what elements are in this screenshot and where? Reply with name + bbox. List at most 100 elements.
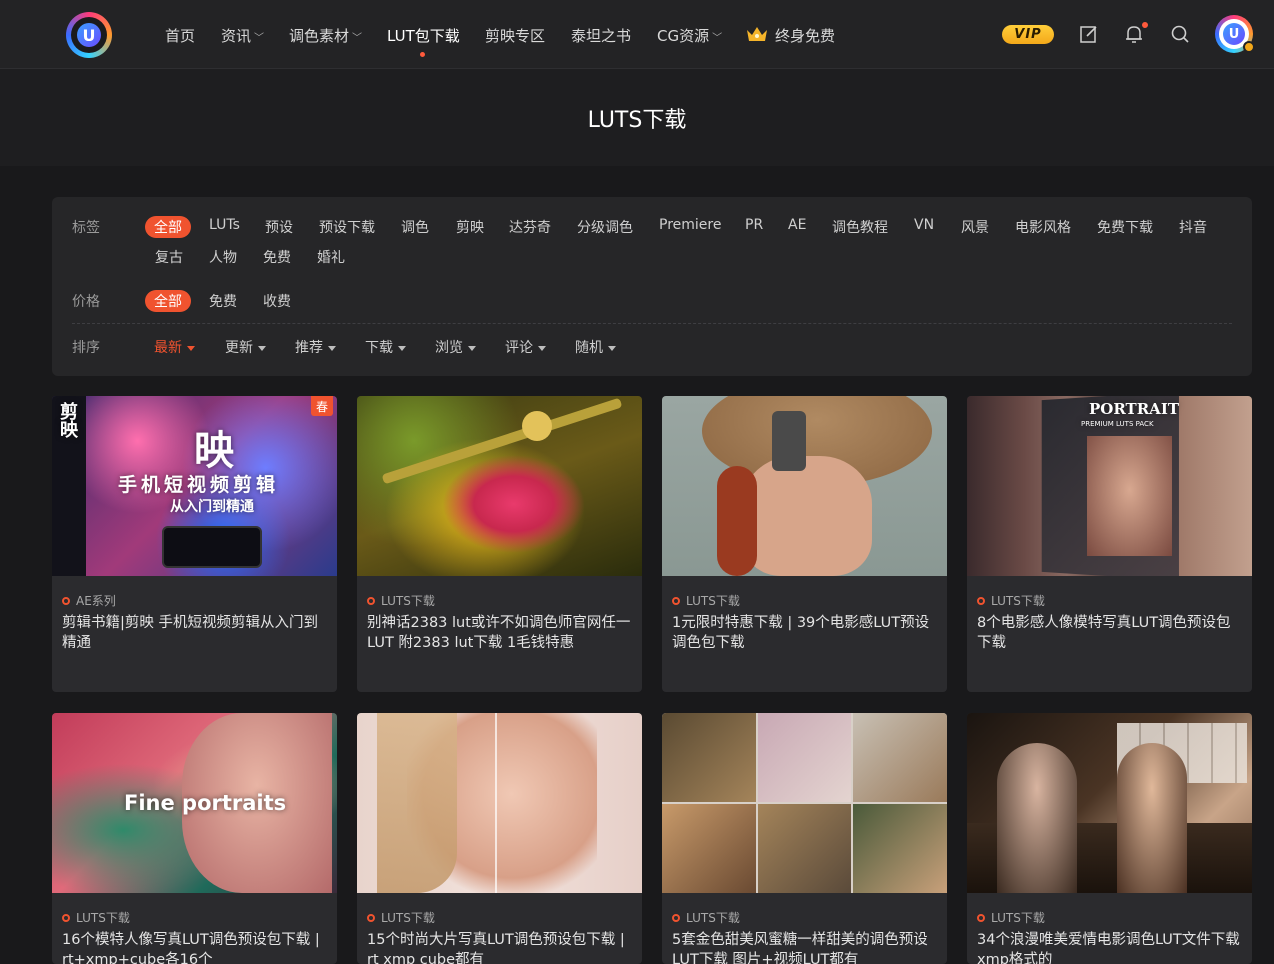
post-card[interactable]: LUTS下载 5套金色甜美风蜜糖一样甜美的调色预设LUT下载 图片+视频LUT都… [662,713,947,964]
photo-tile [662,713,756,802]
post-card[interactable]: 剪映 映 手机短视频剪辑 从入门到精通 春 AE系列 剪辑书籍|剪映 手机短视频… [52,396,337,692]
post-thumbnail[interactable]: 剪映 映 手机短视频剪辑 从入门到精通 春 [52,396,337,576]
tag-all[interactable]: 全部 [145,216,191,238]
category-dot-icon [367,596,375,605]
post-title[interactable]: 5套金色甜美风蜜糖一样甜美的调色预设LUT下载 图片+视频LUT都有 [672,930,940,964]
post-card[interactable]: LUTS下载 15个时尚大片写真LUT调色预设包下载 | rt xmp cube… [357,713,642,964]
post-thumbnail[interactable] [357,713,642,893]
post-title[interactable]: 34个浪漫唯美爱情电影调色LUT文件下载 xmp格式的 [977,930,1245,964]
tag-landscape[interactable]: 风景 [961,217,989,237]
tag-preset-download[interactable]: 预设下载 [319,217,375,237]
chevron-down-icon: ﹀ [712,33,723,44]
post-category[interactable]: LUTS下载 [367,909,435,926]
edit-icon[interactable] [1079,24,1099,44]
nav-item-news[interactable]: 资讯 ﹀ [221,25,264,46]
nav-item-materials[interactable]: 调色素材 ﹀ [289,25,362,46]
post-thumbnail[interactable] [967,713,1252,893]
photo-tile [853,804,947,893]
sort-updated[interactable]: 更新 [225,337,266,357]
tag-preset[interactable]: 预设 [265,217,293,237]
post-card[interactable]: LUTS下载 别神话2383 lut或许不如调色师官网任一LUT 附2383 l… [357,396,642,692]
person-image [997,743,1077,893]
sort-recommended-label: 推荐 [295,340,323,356]
caret-down-icon [258,345,266,351]
tag-luts[interactable]: LUTs [209,217,240,233]
post-category[interactable]: LUTS下载 [62,909,130,926]
tag-pr[interactable]: PR [745,217,763,233]
category-dot-icon [62,596,70,605]
caret-down-icon [538,345,546,351]
post-category-label: LUTS下载 [381,911,435,925]
sort-recommended[interactable]: 推荐 [295,337,336,357]
nav-item-home[interactable]: 首页 [165,25,195,46]
thumb-subtitle: 手机短视频剪辑 [118,474,280,496]
tag-premiere[interactable]: Premiere [659,217,721,233]
tag-grading[interactable]: 分级调色 [577,217,633,237]
post-category[interactable]: LUTS下载 [977,592,1045,609]
sort-downloads[interactable]: 下载 [365,337,406,357]
nav-item-lut[interactable]: LUT包下载 [387,25,460,46]
tag-free[interactable]: 免费 [263,247,291,267]
post-category[interactable]: LUTS下载 [672,592,740,609]
post-category[interactable]: LUTS下载 [977,909,1045,926]
tag-davinci[interactable]: 达芬奇 [509,217,551,237]
post-title[interactable]: 别神话2383 lut或许不如调色师官网任一LUT 附2383 lut下载 1毛… [367,613,635,653]
bamboo-image [381,397,623,485]
search-icon[interactable] [1170,24,1190,44]
sort-updated-label: 更新 [225,340,253,356]
hair-image [377,713,457,893]
sort-latest[interactable]: 最新 [154,337,195,357]
tag-color-grade[interactable]: 调色 [401,217,429,237]
post-thumbnail[interactable] [357,396,642,576]
post-category[interactable]: AE系列 [62,592,116,609]
price-paid[interactable]: 收费 [263,291,291,311]
nav-item-jianying[interactable]: 剪映专区 [485,25,545,46]
photo-tile [662,804,756,893]
post-title[interactable]: 16个模特人像写真LUT调色预设包下载 | rt+xmp+cube各16个 [62,930,330,964]
nav-item-materials-label: 调色素材 [289,27,350,45]
post-card[interactable]: LUTS下载 1元限时特惠下载 | 39个电影感LUT预设调色包下载 [662,396,947,692]
post-category[interactable]: LUTS下载 [367,592,435,609]
post-thumbnail[interactable] [662,713,947,893]
thumb-title-char: 映 [194,428,234,474]
tag-douyin[interactable]: 抖音 [1179,217,1207,237]
post-title[interactable]: 8个电影感人像模特写真LUT调色预设包下载 [977,613,1245,653]
nav-item-lifetime-free[interactable]: 终身免费 [775,25,835,46]
tag-ae[interactable]: AE [788,217,806,233]
tag-tutorial[interactable]: 调色教程 [832,217,888,237]
caret-down-icon [187,345,195,351]
sort-random[interactable]: 随机 [575,337,616,357]
sort-comments[interactable]: 评论 [505,337,546,357]
post-card[interactable]: LUTS下载 34个浪漫唯美爱情电影调色LUT文件下载 xmp格式的 [967,713,1252,964]
post-category[interactable]: LUTS下载 [672,909,740,926]
sort-views[interactable]: 浏览 [435,337,476,357]
price-free[interactable]: 免费 [209,291,237,311]
tag-jianying[interactable]: 剪映 [456,217,484,237]
face-image [742,456,872,576]
price-all[interactable]: 全部 [145,290,191,312]
tag-people[interactable]: 人物 [209,247,237,267]
post-thumbnail[interactable]: PORTRAIT PREMIUM LUTS PACK [967,396,1252,576]
nav-item-titan-book[interactable]: 泰坦之书 [571,25,631,46]
nav-item-cg[interactable]: CG资源 ﹀ [657,25,722,46]
tag-vn[interactable]: VN [914,217,934,233]
tag-free-download[interactable]: 免费下载 [1097,217,1153,237]
post-title[interactable]: 1元限时特惠下载 | 39个电影感LUT预设调色包下载 [672,613,940,653]
tag-wedding[interactable]: 婚礼 [317,247,345,267]
post-title[interactable]: 剪辑书籍|剪映 手机短视频剪辑从入门到精通 [62,613,330,653]
page-banner: LUTS下载 [0,69,1274,166]
bell-icon[interactable] [1124,24,1144,44]
post-card[interactable]: Fine portraits LUTS下载 16个模特人像写真LUT调色预设包下… [52,713,337,964]
post-thumbnail[interactable]: Fine portraits [52,713,337,893]
vip-button[interactable]: VIP [1002,25,1054,44]
post-card[interactable]: PORTRAIT PREMIUM LUTS PACK LUTS下载 8个电影感人… [967,396,1252,692]
tag-film-style[interactable]: 电影风格 [1015,217,1071,237]
caret-down-icon [328,345,336,351]
site-logo[interactable]: U [66,12,112,58]
post-title[interactable]: 15个时尚大片写真LUT调色预设包下载 | rt xmp cube都有 [367,930,635,964]
tag-retro[interactable]: 复古 [155,247,183,267]
sort-downloads-label: 下载 [365,340,393,356]
spring-badge: 春 [311,396,333,416]
nav-item-cg-label: CG资源 [657,27,710,45]
post-thumbnail[interactable] [662,396,947,576]
